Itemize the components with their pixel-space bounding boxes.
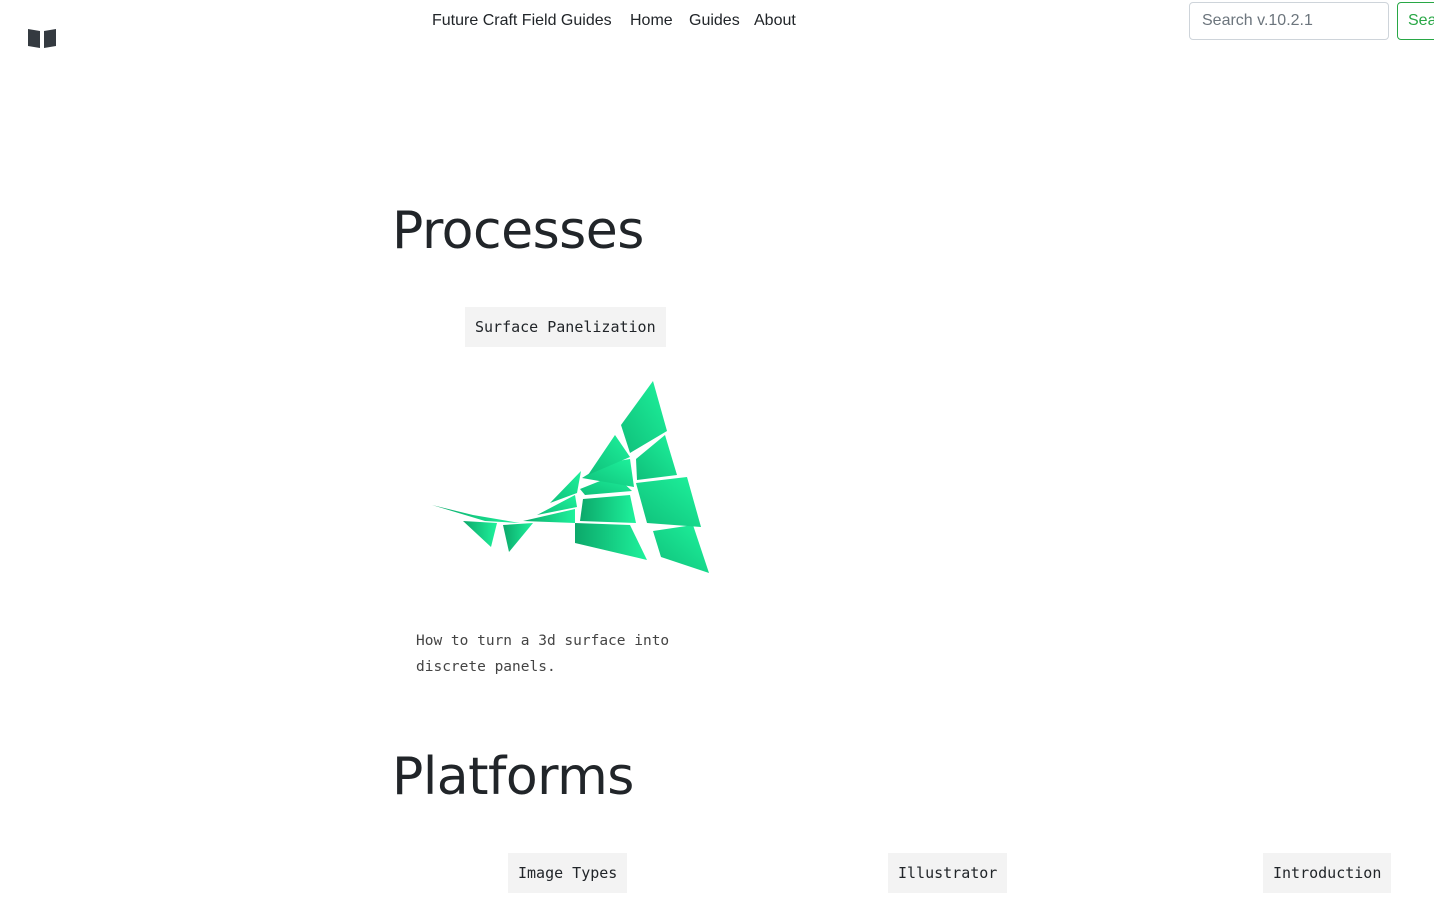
open-book-icon[interactable] [27,26,57,50]
brand-link[interactable]: Future Craft Field Guides [432,12,612,30]
section-title-platforms: Platforms [392,747,634,807]
search-input[interactable] [1189,2,1389,40]
guide-tag-surface-panelization[interactable]: Surface Panelization [465,307,666,347]
panelized-surface-illustration[interactable] [425,375,715,580]
guide-description: How to turn a 3d surface into discrete p… [416,633,670,675]
nav-guides-link[interactable]: Guides [689,12,740,30]
nav-about-link[interactable]: About [754,12,796,30]
guide-tag-image-types[interactable]: Image Types [508,853,628,893]
guide-tag-introduction[interactable]: Introduction [1263,853,1392,893]
guide-tag-illustrator[interactable]: Illustrator [888,853,1008,893]
page: Future Craft Field Guides Home Guides Ab… [0,0,1434,913]
section-title-processes: Processes [392,201,644,261]
search-button[interactable]: Search [1397,2,1434,40]
nav-home-link[interactable]: Home [630,12,673,30]
